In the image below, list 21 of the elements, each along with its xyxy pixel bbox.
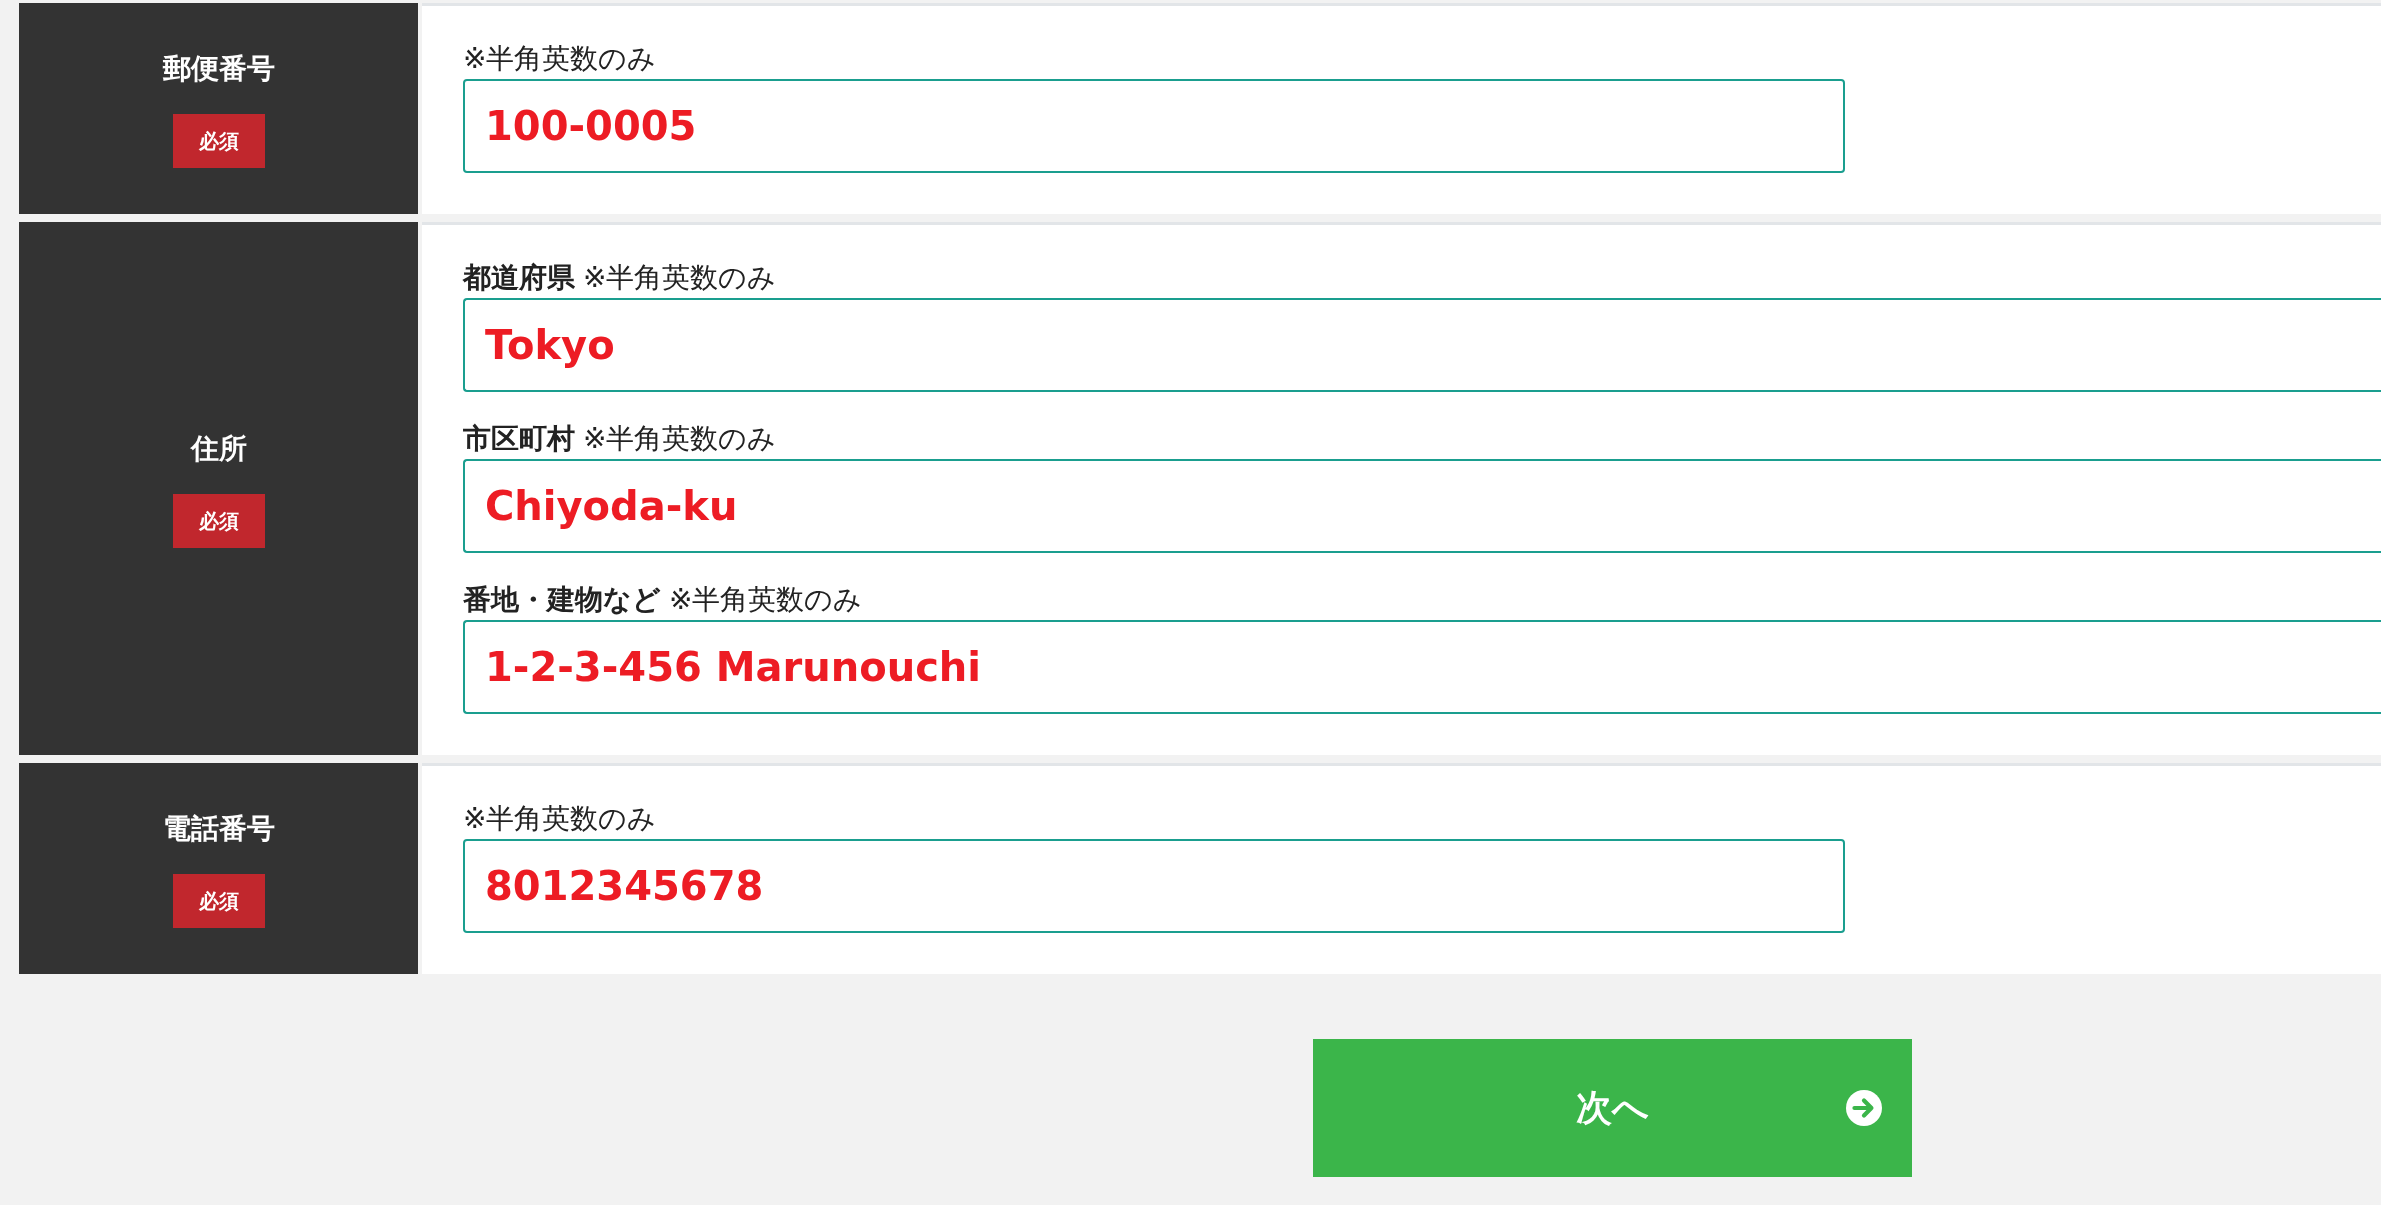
field-label: 市区町村: [463, 421, 575, 457]
required-badge: 必須: [172, 494, 265, 548]
field-note: ※半角英数のみ: [583, 260, 777, 296]
text-input[interactable]: Tokyo: [463, 298, 2381, 392]
field-note: ※半角英数のみ: [669, 582, 863, 618]
row-label: 電話番号: [162, 811, 275, 847]
text-input[interactable]: 1-2-3-456 Marunouchi: [463, 620, 2381, 714]
text-input[interactable]: 8012345678: [463, 839, 1845, 933]
text-input[interactable]: 100-0005: [463, 79, 1845, 173]
field-note: ※半角英数のみ: [463, 41, 657, 77]
field-note: ※半角英数のみ: [463, 801, 657, 837]
field-label: 番地・建物など: [463, 582, 661, 618]
field-note: ※半角英数のみ: [583, 421, 777, 457]
field-label: 都道府県: [463, 260, 575, 296]
required-badge: 必須: [172, 874, 265, 928]
next-button[interactable]: 次へ: [1313, 1039, 1912, 1177]
arrow-circle-icon: [1846, 1090, 1882, 1126]
required-badge: 必須: [172, 114, 265, 168]
row-label: 郵便番号: [162, 51, 275, 87]
text-input[interactable]: Chiyoda-ku: [463, 459, 2381, 553]
row-label: 住所: [190, 431, 247, 467]
